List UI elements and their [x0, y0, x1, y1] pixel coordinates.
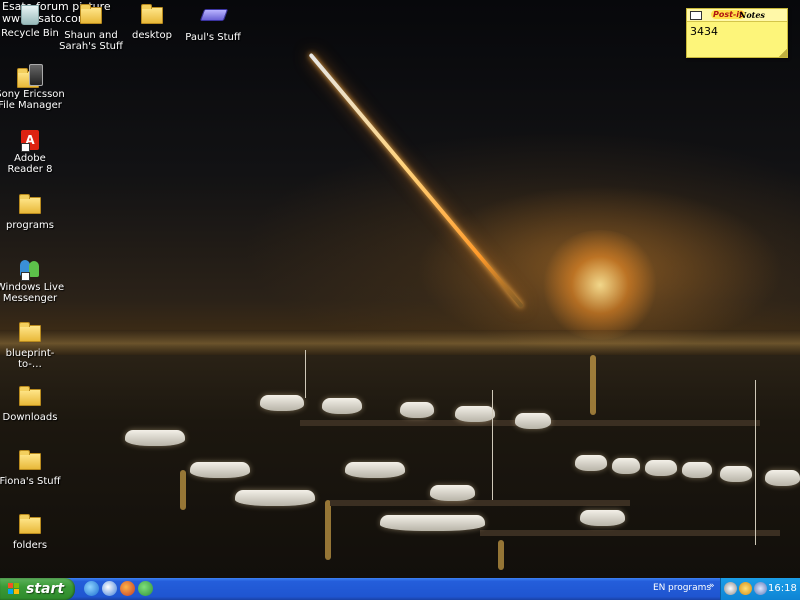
- desktop-icon-shaun-sarah-stuff[interactable]: Shaun and Sarah's Stuff: [56, 4, 126, 52]
- boat: [190, 462, 250, 478]
- windows-flag-icon: [8, 583, 20, 595]
- desktop-icon-label: blueprint-to-…: [5, 348, 55, 370]
- desktop-icon-sony-ericsson[interactable]: Sony Ericsson File Manager: [0, 64, 65, 111]
- desktop-icon-desktop[interactable]: desktop: [117, 4, 187, 41]
- desktop-icon-windows-live-messenger[interactable]: Windows Live Messenger: [0, 258, 65, 304]
- folder-icon: [141, 4, 163, 27]
- start-label: start: [26, 581, 65, 597]
- folder-icon: [80, 4, 102, 27]
- sticky-note-titlebar[interactable]: Post-it Notes: [687, 9, 787, 22]
- sailboat-mast: [305, 350, 306, 398]
- desktop-icon-label: folders: [12, 540, 48, 551]
- folder-icon: [19, 322, 41, 345]
- boat: [345, 462, 405, 478]
- phone-icon: [17, 64, 43, 88]
- boat: [580, 510, 625, 526]
- pdf-icon: A: [19, 130, 41, 152]
- network-icon[interactable]: [754, 582, 767, 595]
- boat: [380, 515, 485, 531]
- boat: [322, 398, 362, 414]
- desktop-icon-label: Paul's Stuff: [185, 32, 241, 43]
- desktop-icon-programs[interactable]: programs: [0, 194, 65, 231]
- sailboat-mast: [492, 390, 493, 500]
- desktop-icon-folders[interactable]: folders: [0, 514, 65, 551]
- desktop-icon-label: Adobe Reader 8: [7, 153, 53, 175]
- desktop-icon-blueprint[interactable]: blueprint-to-…: [0, 322, 65, 370]
- desktop-icon-adobe-reader[interactable]: A Adobe Reader 8: [0, 130, 65, 175]
- desktop-icon-fionas-stuff[interactable]: Fiona's Stuff: [0, 450, 65, 487]
- desktop-icon-downloads[interactable]: Downloads: [0, 386, 65, 423]
- sticky-note-text[interactable]: 3434: [687, 22, 787, 41]
- folder-icon: [19, 386, 41, 409]
- desktop-icon-label: Sony Ericsson File Manager: [0, 89, 65, 111]
- firefox-icon[interactable]: [120, 581, 135, 596]
- desktop-icon-label: Shaun and Sarah's Stuff: [59, 30, 123, 52]
- boat: [125, 430, 185, 446]
- boat: [765, 470, 800, 486]
- light-reflection: [180, 470, 186, 510]
- desktop-icon-label: Windows Live Messenger: [0, 282, 65, 304]
- sailboat-mast: [755, 380, 756, 545]
- desktop-icon-label: Fiona's Stuff: [0, 476, 61, 487]
- dock: [480, 530, 780, 536]
- boat: [400, 402, 434, 418]
- messenger-icon: [19, 259, 41, 281]
- boat: [612, 458, 640, 474]
- light-reflection: [498, 540, 504, 570]
- toolbar-chevron[interactable]: »: [709, 581, 715, 591]
- messenger-icon[interactable]: [138, 581, 153, 596]
- media-player-icon[interactable]: [102, 581, 117, 596]
- sticky-note[interactable]: Post-it Notes 3434: [686, 8, 788, 58]
- boat: [260, 395, 304, 411]
- light-reflection: [590, 355, 596, 415]
- sticky-note-title: Notes: [739, 10, 765, 20]
- language-indicator[interactable]: EN: [653, 583, 665, 593]
- boat: [235, 490, 315, 506]
- sticky-note-resize-handle[interactable]: [779, 49, 787, 57]
- programs-toolbar[interactable]: programs: [668, 583, 711, 593]
- desktop-icon-label: programs: [6, 220, 54, 231]
- notification-icon[interactable]: [739, 582, 752, 595]
- sticky-note-menu-icon[interactable]: [690, 11, 702, 20]
- boat: [455, 406, 495, 422]
- internet-explorer-icon[interactable]: [84, 581, 99, 596]
- volume-icon[interactable]: [724, 582, 737, 595]
- desktop-icon-pauls-stuff[interactable]: Paul's Stuff: [178, 4, 248, 43]
- desktop-icon-label: Downloads: [2, 412, 58, 423]
- dock: [330, 500, 630, 506]
- folder-icon: [19, 450, 41, 473]
- light-reflection: [325, 500, 331, 560]
- drive-icon: [199, 9, 229, 29]
- boat: [682, 462, 712, 478]
- boat: [645, 460, 677, 476]
- boat: [515, 413, 551, 429]
- boat: [430, 485, 475, 501]
- taskbar: start EN programs » 16:18: [0, 578, 800, 600]
- start-button[interactable]: start: [0, 578, 75, 600]
- taskbar-clock[interactable]: 16:18: [768, 583, 797, 594]
- folder-icon: [19, 194, 41, 217]
- desktop-icon-label: desktop: [132, 30, 172, 41]
- folder-icon: [19, 514, 41, 537]
- launch-glow: [540, 230, 660, 340]
- boat: [575, 455, 607, 471]
- rocket-streak: [308, 52, 524, 309]
- recycle-bin-icon: [19, 5, 41, 25]
- boat: [720, 466, 752, 482]
- desktop-wallpaper: [0, 0, 800, 578]
